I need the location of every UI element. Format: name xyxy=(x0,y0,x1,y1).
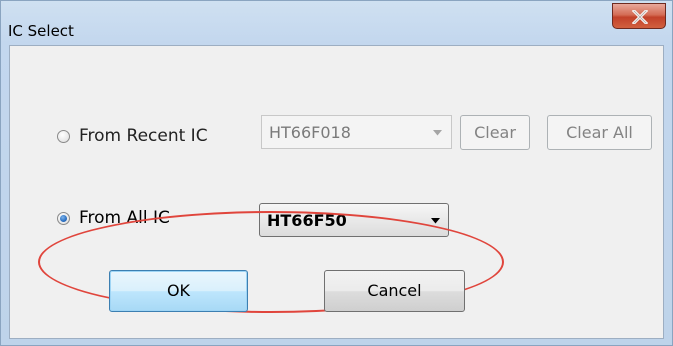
dialog-content: From Recent IC HT66F018 Clear Clear All … xyxy=(9,45,664,339)
ic-select-dialog: IC Select From Recent IC HT66F018 Clear … xyxy=(0,0,673,346)
close-button[interactable] xyxy=(612,3,666,29)
recent-ic-combo[interactable]: HT66F018 xyxy=(261,115,452,149)
clear-all-button[interactable]: Clear All xyxy=(547,115,652,150)
all-ic-combo[interactable]: HT66F50 xyxy=(259,203,449,237)
recent-ic-combo-value: HT66F018 xyxy=(269,123,351,142)
all-ic-radio[interactable] xyxy=(57,212,70,225)
recent-ic-radio[interactable] xyxy=(57,130,70,143)
all-ic-label[interactable]: From All IC xyxy=(79,208,170,228)
chevron-down-icon xyxy=(431,218,440,224)
close-icon xyxy=(632,10,648,24)
cancel-button[interactable]: Cancel xyxy=(324,270,465,312)
title-bar[interactable]: IC Select xyxy=(1,1,672,45)
window-title: IC Select xyxy=(8,22,74,40)
all-ic-combo-value: HT66F50 xyxy=(267,211,347,230)
clear-button[interactable]: Clear xyxy=(460,115,530,150)
ok-button[interactable]: OK xyxy=(109,270,248,312)
chevron-down-icon xyxy=(433,130,442,136)
recent-ic-label[interactable]: From Recent IC xyxy=(79,126,208,146)
